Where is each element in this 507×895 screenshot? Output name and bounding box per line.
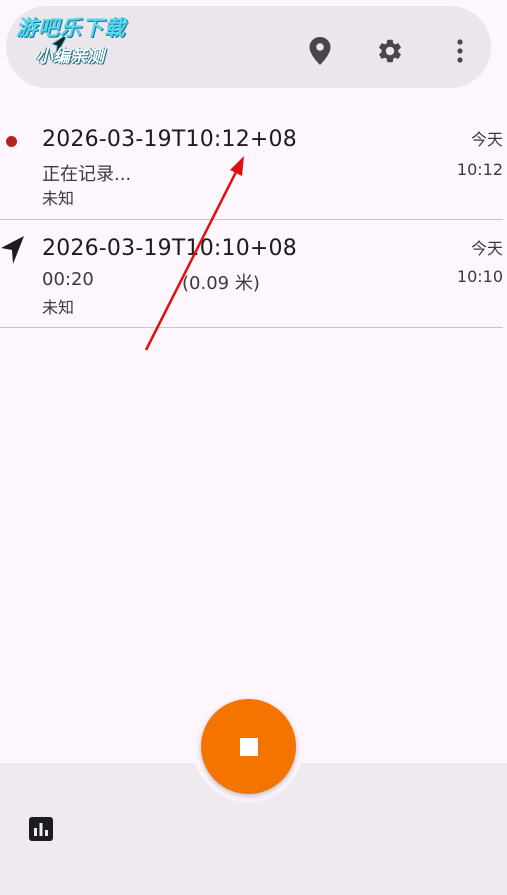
track-activity: 未知 — [42, 298, 75, 317]
stop-recording-button[interactable] — [201, 699, 296, 794]
track-title: 2026-03-19T10:12+08 — [42, 127, 297, 152]
stop-icon — [239, 737, 258, 756]
track-item[interactable]: 2026-03-19T10:10+08 00:20 (0.09 米) 未知 今天… — [0, 220, 503, 328]
gear-icon[interactable] — [376, 36, 404, 66]
watermark-line1: 游吧乐下载 — [16, 16, 126, 40]
more-vert-icon[interactable] — [446, 36, 474, 66]
watermark-line2: 小编亲测 — [36, 47, 104, 67]
track-date: 今天 — [470, 130, 503, 149]
track-title: 2026-03-19T10:10+08 — [42, 236, 297, 261]
track-date: 今天 — [470, 239, 503, 258]
track-activity: 未知 — [42, 189, 75, 208]
track-time: 10:12 — [456, 160, 503, 179]
track-time: 10:10 — [456, 267, 503, 286]
track-status: 正在记录... — [42, 164, 132, 185]
divider — [0, 327, 503, 328]
navigation-arrow-icon — [1, 236, 24, 264]
track-item[interactable]: 2026-03-19T10:12+08 正在记录... 未知 今天 10:12 — [0, 110, 503, 220]
track-duration: 00:20 — [42, 269, 94, 290]
location-pin-icon[interactable] — [306, 36, 334, 66]
bar-chart-icon[interactable] — [29, 817, 53, 841]
recording-dot-icon — [6, 136, 17, 147]
watermark-logo: 游吧乐下载 小编亲测 — [10, 8, 150, 68]
track-distance: (0.09 米) — [182, 273, 260, 294]
